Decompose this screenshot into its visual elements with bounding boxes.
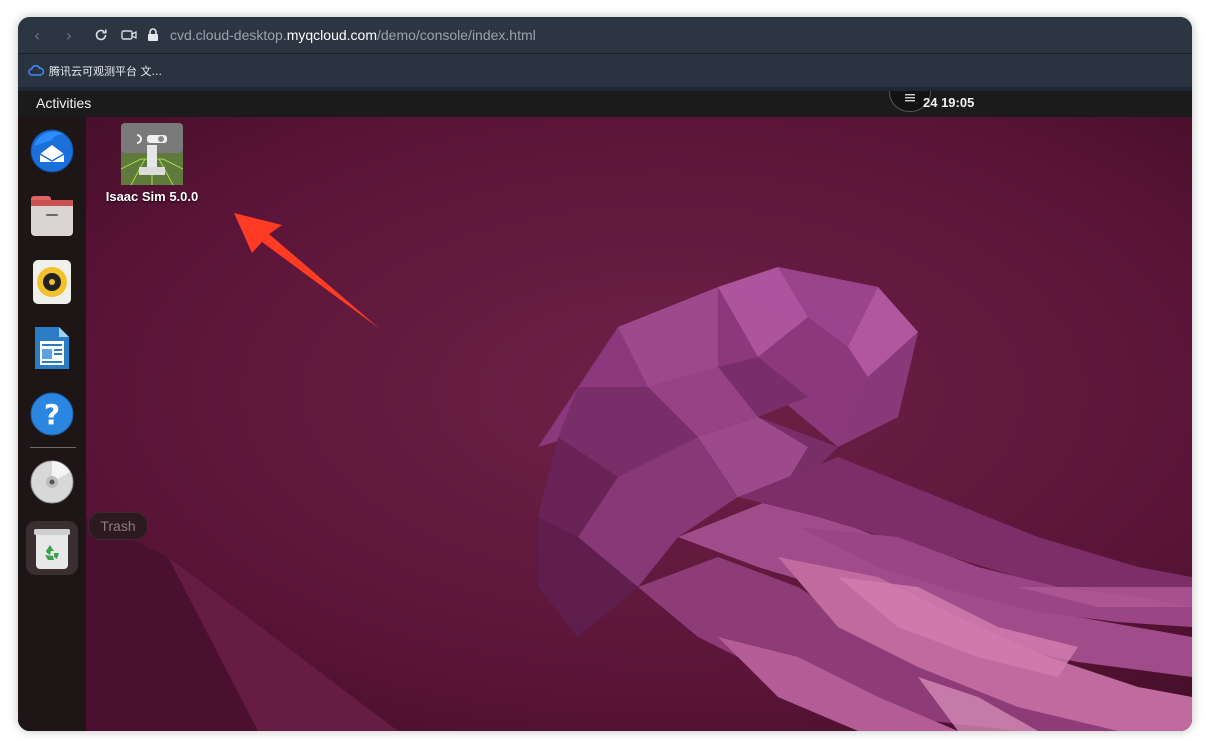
libreoffice-writer-icon[interactable] [26,321,78,375]
ubuntu-topbar: Activities 24 19:05 [18,91,1192,117]
bookmark-label: 腾讯云可观测平台 文... [49,64,162,78]
browser-window: ‹ › cvd.cloud-desktop.myqcloud.com/demo/… [18,17,1192,731]
url-text[interactable]: cvd.cloud-desktop.myqcloud.com/demo/cons… [170,27,536,43]
arrow-annotation [234,213,380,329]
trash-icon[interactable] [26,521,78,575]
remote-desktop[interactable]: Activities 24 19:05 ? Trash Isaac Sim 5.… [18,91,1192,731]
isaac-sim-icon [120,123,184,186]
bookmark-item[interactable]: 腾讯云可观测平台 文... [28,63,162,79]
desktop-icon-isaac-sim[interactable]: Isaac Sim 5.0.0 [98,123,206,204]
thunderbird-icon[interactable] [26,123,78,177]
dock: ? [18,117,86,731]
url-prefix: cvd.cloud-desktop. [170,27,287,43]
url-path: /demo/console/index.html [377,27,536,43]
bookmarks-bar: 腾讯云可观测平台 文... [18,53,1192,87]
files-icon[interactable] [26,189,78,243]
wallpaper [18,117,1192,731]
reload-icon[interactable] [90,24,112,46]
desktop-icon-label: Isaac Sim 5.0.0 [105,189,199,204]
url-host: myqcloud.com [286,27,377,43]
lock-icon[interactable] [142,24,164,46]
svg-text:?: ? [44,398,60,431]
forward-icon[interactable]: › [58,24,80,46]
disc-icon[interactable] [26,455,78,509]
rhythmbox-icon[interactable] [26,255,78,309]
cloud-icon [28,65,44,76]
clock[interactable]: 24 19:05 [923,95,974,110]
dock-separator [30,447,76,448]
help-icon[interactable]: ? [26,387,78,441]
address-bar: ‹ › cvd.cloud-desktop.myqcloud.com/demo/… [18,17,1192,53]
trash-tooltip: Trash [88,512,148,540]
activities-button[interactable]: Activities [36,95,91,111]
camera-icon[interactable] [118,24,140,46]
back-icon[interactable]: ‹ [26,24,48,46]
